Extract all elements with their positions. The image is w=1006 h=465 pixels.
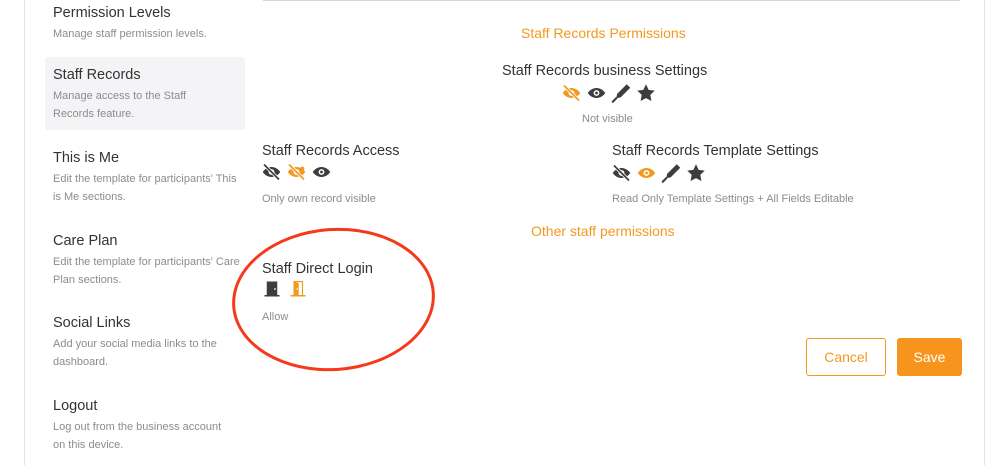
direct-login-options [263,280,307,298]
direct-login-title: Staff Direct Login [262,261,373,277]
sidebar-item-permission-levels[interactable]: Permission Levels Manage staff permissio… [45,3,245,43]
template-settings-status: Read Only Template Settings + All Fields… [612,193,854,205]
section-heading-other: Other staff permissions [531,223,675,239]
sidebar-item-title: Permission Levels [53,5,171,21]
sidebar-item-desc: Log out from the business account on thi… [53,421,222,451]
records-access-title: Staff Records Access [262,143,400,159]
eye-icon[interactable] [586,83,607,103]
eye-slash-icon[interactable] [261,162,282,182]
sidebar-item-desc: Manage staff permission levels. [53,28,207,40]
sidebar-item-desc: Add your social media links to the dashb… [53,338,217,368]
eye-icon[interactable] [636,163,657,183]
sidebar-item-staff-records[interactable]: Staff Records Manage access to the Staff… [45,57,245,130]
star-icon[interactable] [636,83,656,103]
direct-login-status: Allow [262,311,289,323]
sidebar-item-this-is-me[interactable]: This is Me Edit the template for partici… [45,148,245,206]
eye-slash-icon[interactable] [286,162,307,182]
pen-icon[interactable] [611,82,632,104]
top-divider [263,0,960,1]
eye-slash-icon[interactable] [561,83,582,103]
business-settings-status: Not visible [582,113,633,125]
pen-icon[interactable] [661,162,682,184]
door-open-icon[interactable] [289,280,307,298]
template-settings-title: Staff Records Template Settings [612,143,819,159]
records-access-options [261,162,332,182]
sidebar-item-title: This is Me [53,150,120,166]
records-access-status: Only own record visible [262,193,376,205]
door-closed-icon[interactable] [263,280,281,298]
sidebar-item-logout[interactable]: Logout Log out from the business account… [45,396,245,454]
sidebar-item-title: Care Plan [53,233,118,249]
sidebar-item-social-links[interactable]: Social Links Add your social media links… [45,313,245,371]
sidebar-item-title: Social Links [53,315,131,331]
section-heading-staff-records: Staff Records Permissions [521,25,686,41]
sidebar-item-desc: Edit the template for participants' Care… [53,256,240,286]
template-settings-options [611,162,706,184]
sidebar-item-desc: Edit the template for participants' This… [53,173,237,203]
business-settings-title: Staff Records business Settings [502,63,708,79]
sidebar-item-care-plan[interactable]: Care Plan Edit the template for particip… [45,231,245,289]
eye-icon[interactable] [311,162,332,182]
save-button[interactable]: Save [897,338,962,376]
star-icon[interactable] [686,163,706,183]
cancel-button[interactable]: Cancel [806,338,886,376]
business-settings-options [561,82,656,104]
sidebar-item-title: Logout [53,398,98,414]
sidebar-item-desc: Manage access to the Staff Records featu… [53,90,187,120]
sidebar-item-title: Staff Records [53,67,141,83]
eye-slash-icon[interactable] [611,163,632,183]
